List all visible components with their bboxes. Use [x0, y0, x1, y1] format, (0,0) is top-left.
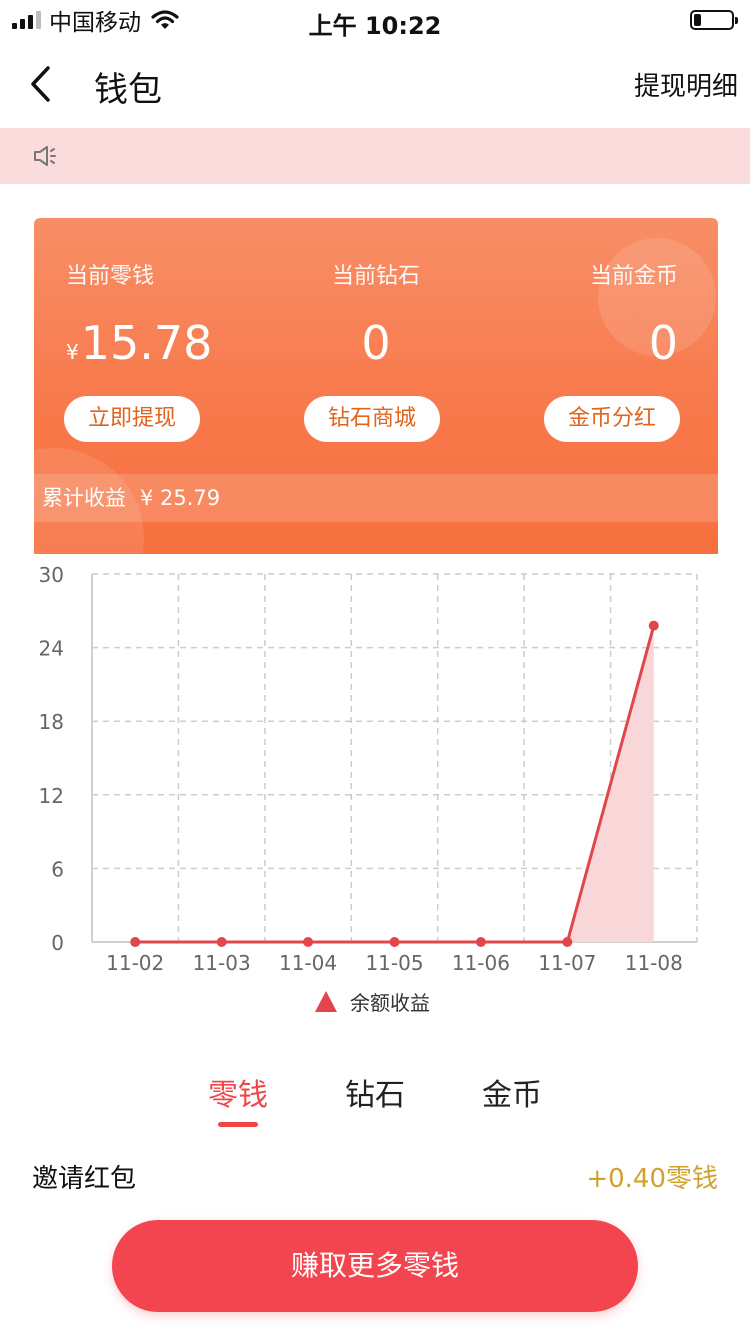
data-point [475, 937, 486, 947]
x-tick-label: 11-02 [106, 951, 164, 975]
balance-value: ¥15.78 [66, 316, 294, 370]
currency-symbol: ¥ [66, 340, 79, 364]
y-tick-label: 30 [39, 563, 64, 587]
tab-diamond[interactable]: 钻石 [315, 1070, 435, 1114]
speaker-icon [34, 146, 56, 166]
x-tick-label: 11-07 [538, 951, 596, 975]
nav-bar: 钱包 提现明细 [0, 40, 750, 128]
total-earnings-label: 累计收益 [42, 486, 126, 510]
y-tick-label: 12 [39, 784, 64, 808]
coin-label: 当前金币 [589, 264, 678, 289]
balance-column: 当前零钱 ¥15.78 [66, 258, 294, 370]
total-earnings-value: ¥ 25.79 [140, 486, 221, 510]
notice-bar[interactable] [0, 128, 750, 184]
coin-value: 0 [648, 316, 678, 370]
x-tick-label: 11-06 [452, 951, 510, 975]
data-point [389, 937, 400, 947]
withdraw-details-link[interactable]: 提现明细 [634, 66, 738, 103]
battery-icon [690, 10, 738, 30]
balance-amount: 15.78 [80, 316, 213, 370]
earnings-chart-svg: 0 6 12 18 24 30 11-02 11-03 11-04 11-05 11-06 11-07… [39, 563, 698, 1015]
record-value: +0.40零钱 [586, 1164, 718, 1194]
data-point [130, 937, 141, 947]
total-earnings: 累计收益 ¥ 25.79 [34, 474, 718, 522]
y-tick-label: 0 [51, 931, 64, 955]
legend-triangle-icon [315, 991, 337, 1012]
record-title: 邀请红包 [32, 1164, 137, 1194]
data-point [648, 620, 659, 631]
diamond-label: 当前钻石 [331, 264, 420, 289]
y-tick-label: 24 [39, 637, 64, 661]
wallet-tabs: 零钱 钻石 金币 [0, 1070, 750, 1130]
series-area-fill [135, 625, 654, 942]
withdraw-now-button[interactable]: 立即提现 [64, 396, 200, 442]
coin-dividend-button[interactable]: 金币分红 [544, 396, 680, 442]
data-point [216, 937, 227, 947]
earnings-chart: 0 6 12 18 24 30 11-02 11-03 11-04 11-05 11-06 11-07… [0, 560, 750, 1030]
data-point [562, 937, 573, 947]
back-arrow-icon[interactable] [26, 64, 56, 104]
diamond-mall-button[interactable]: 钻石商城 [304, 396, 440, 442]
diamond-column: 当前钻石 0 [262, 258, 490, 370]
y-tick-label: 6 [51, 857, 64, 881]
active-tab-indicator [218, 1122, 258, 1127]
x-tick-label: 11-08 [625, 951, 683, 975]
wallet-card: 当前零钱 ¥15.78 当前钻石 0 当前金币 0 立即提现 钻石商城 金币分红… [34, 218, 718, 554]
data-point [303, 937, 314, 947]
page-title: 钱包 [94, 70, 162, 110]
coin-column: 当前金币 0 [458, 258, 678, 370]
status-time: 上午 10:22 [308, 12, 442, 40]
tab-coin[interactable]: 金币 [452, 1070, 572, 1114]
tab-change[interactable]: 零钱 [178, 1070, 298, 1114]
balance-label: 当前零钱 [66, 264, 155, 289]
legend-label: 余额收益 [350, 991, 430, 1015]
diamond-value: 0 [361, 316, 391, 370]
status-bar: 中国移动 上午 10:22 [0, 0, 750, 40]
x-tick-label: 11-05 [365, 951, 423, 975]
series-line [135, 625, 656, 944]
x-tick-label: 11-04 [279, 951, 337, 975]
x-tick-label: 11-03 [193, 951, 251, 975]
earn-more-button[interactable]: 赚取更多零钱 [112, 1220, 638, 1312]
y-tick-label: 18 [39, 710, 64, 734]
